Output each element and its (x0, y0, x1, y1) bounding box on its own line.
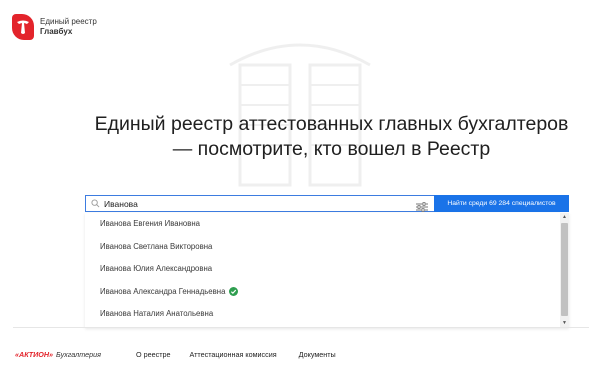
suggestion-name: Иванова Юлия Александровна (100, 264, 213, 273)
suggestion-name: Иванова Александра Геннадьевна (100, 286, 226, 296)
suggestion-item[interactable]: Иванова Евгения Ивановна (85, 213, 569, 236)
suggestion-name: Иванова Наталия Анатольевна (100, 309, 214, 318)
suggestion-item[interactable]: Иванова Юлия Александровна (85, 258, 569, 281)
footer-link-about[interactable]: О реестре (136, 350, 170, 359)
search-bar (85, 195, 434, 212)
search-icon (91, 198, 101, 209)
logo-subtitle: Главбух (40, 27, 73, 36)
logo-title: Единый реестр (40, 17, 97, 26)
footer-link-commission[interactable]: Аттестационная комиссия (189, 350, 276, 359)
suggestions-list: Иванова Евгения Ивановна Иванова Светлан… (85, 213, 569, 326)
site-logo[interactable]: Единый реестр Главбух (12, 14, 97, 40)
page-title: Единый реестр аттестованных главных бухг… (0, 112, 600, 162)
search-input[interactable] (101, 196, 404, 211)
dropdown-scrollbar[interactable]: ▲ ▼ (560, 213, 569, 328)
suggestion-item[interactable]: Иванова Светлана Викторовна (85, 236, 569, 259)
logo-text: Единый реестр Главбух (40, 17, 97, 37)
suggestions-dropdown: Иванова Евгения Ивановна Иванова Светлан… (85, 213, 569, 328)
suggestion-name: Иванова Светлана Викторовна (100, 241, 213, 251)
aktion-sub: Бухгалтерия (56, 350, 102, 359)
suggestion-item[interactable]: Иванова Наталия Анатольевна (85, 303, 569, 326)
verified-check-icon (229, 287, 239, 297)
page-title-line1: Единый реестр аттестованных главных бухг… (94, 113, 569, 135)
search-button[interactable]: Найти среди 69 284 специалистов (434, 195, 569, 212)
aktion-brand: «АКТИОН» (15, 350, 54, 359)
registry-logo-icon (12, 14, 34, 40)
page-title-line2: — посмотрите, кто вошел в Реестр (172, 138, 491, 160)
footer-divider (13, 327, 589, 328)
footer: «АКТИОН» Бухгалтерия О реестре Аттестаци… (15, 350, 336, 359)
suggestion-name: Иванова Евгения Ивановна (100, 219, 201, 228)
scrollbar-thumb[interactable] (561, 223, 568, 316)
scroll-up-arrow-icon[interactable]: ▲ (560, 213, 569, 222)
aktion-logo[interactable]: «АКТИОН» Бухгалтерия (15, 350, 101, 359)
suggestion-item[interactable]: Иванова Александра Геннадьевна (85, 281, 569, 304)
footer-link-documents[interactable]: Документы (299, 350, 336, 359)
